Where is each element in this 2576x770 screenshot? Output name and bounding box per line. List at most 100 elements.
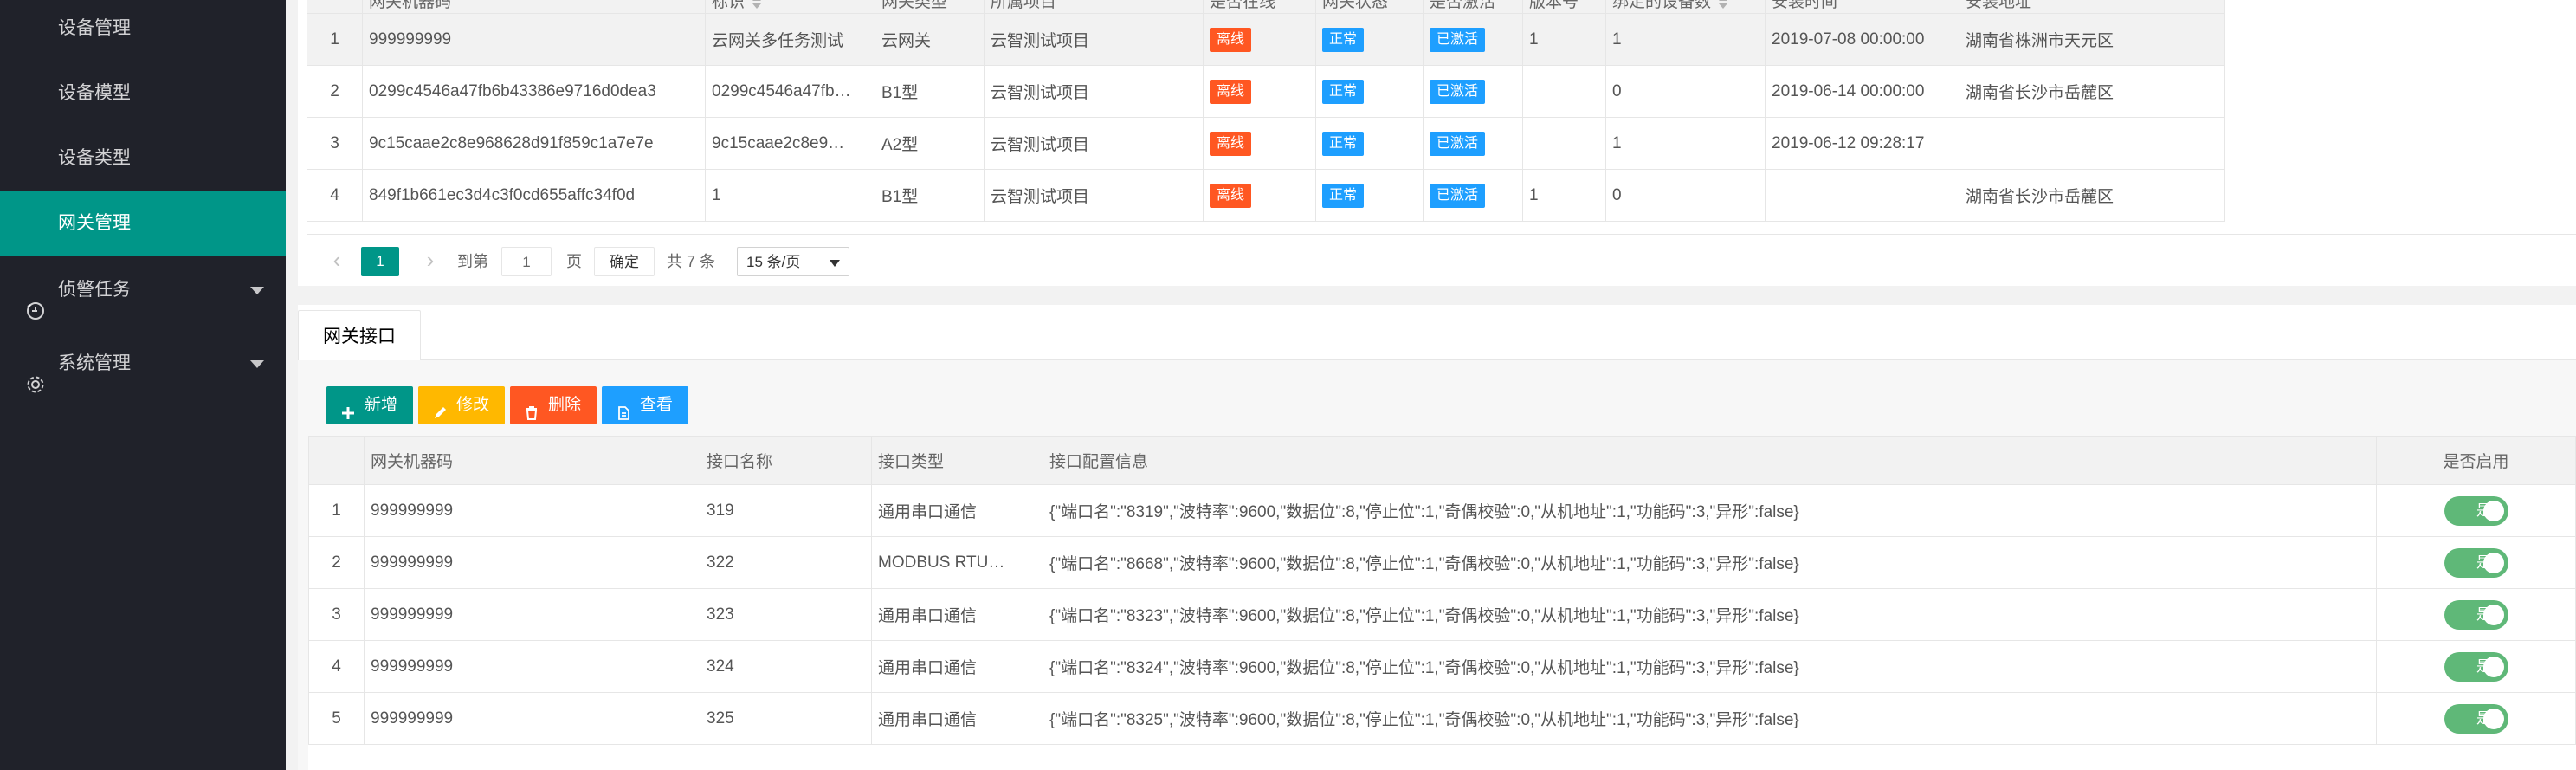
status-badge: 离线	[1210, 27, 1252, 52]
status-badge: 已激活	[1430, 27, 1486, 52]
goto-confirm-button[interactable]: 确定	[594, 247, 655, 276]
add-button[interactable]: 新增	[326, 386, 413, 424]
sidebar-group-alarm-task[interactable]: 侦警任务	[0, 256, 286, 325]
edit-button[interactable]: 修改	[418, 386, 505, 424]
sort-icon[interactable]	[1718, 0, 1728, 10]
sidebar-group-system-management[interactable]: 系统管理	[0, 329, 286, 398]
enabled-toggle[interactable]: 是	[2444, 651, 2508, 682]
row-index: 1	[307, 13, 363, 66]
tab-gateway-interface[interactable]: 网关接口	[298, 310, 421, 361]
sidebar-item-label: 设备类型	[58, 148, 131, 168]
cell-active: 已激活	[1423, 117, 1523, 170]
row-index: 1	[308, 484, 365, 537]
cell-tag: 云网关多任务测试	[705, 13, 875, 66]
cell-tag: 1	[705, 169, 875, 222]
cell-enabled: 是	[2376, 588, 2576, 641]
cell-status: 正常	[1315, 13, 1424, 66]
column-header-active[interactable]: 是否激活	[1423, 0, 1523, 14]
sidebar-group-label: 侦警任务	[58, 280, 131, 300]
column-header-online[interactable]: 是否在线	[1203, 0, 1316, 14]
enabled-toggle[interactable]: 是	[2444, 599, 2508, 630]
table-row[interactable]: 2 999999999 322 MODBUS RTU… {"端口名":"8668…	[308, 536, 2576, 589]
table-row[interactable]: 3 999999999 323 通用串口通信 {"端口名":"8323","波特…	[308, 588, 2576, 641]
column-header-code[interactable]: 网关机器码	[364, 436, 700, 485]
column-header-type[interactable]: 网关类型	[875, 0, 985, 14]
cell-tag: 9c15caae2c8e9…	[705, 117, 875, 170]
table-row[interactable]: 4 849f1b661ec3d4c3f0cd655affc34f0d 1 B1型…	[307, 169, 2225, 222]
chevron-down-icon	[250, 287, 264, 294]
cell-code: 999999999	[364, 692, 700, 745]
next-page-button[interactable]: ›	[419, 247, 442, 276]
status-badge: 正常	[1322, 183, 1365, 208]
chevron-down-icon	[250, 360, 264, 368]
cell-config: {"端口名":"8325","波特率":9600,"数据位":8,"停止位":1…	[1043, 692, 2377, 745]
status-badge: 正常	[1322, 79, 1365, 104]
cell-code: 999999999	[364, 640, 700, 693]
sidebar-item-gateway-management[interactable]: 网关管理	[0, 191, 286, 256]
column-header-devices[interactable]: 绑定的设备数	[1605, 0, 1766, 14]
cell-enabled: 是	[2376, 484, 2576, 537]
table-row[interactable]: 5 999999999 325 通用串口通信 {"端口名":"8325","波特…	[308, 692, 2576, 745]
gear-icon	[26, 354, 45, 393]
cell-project: 云智测试项目	[984, 117, 1204, 170]
table-row[interactable]: 3 9c15caae2c8e968628d91f859c1a7e7e 9c15c…	[307, 117, 2225, 170]
column-header-code[interactable]: 网关机器码	[362, 0, 706, 14]
row-index: 3	[308, 588, 365, 641]
column-header-enabled[interactable]: 是否启用	[2376, 436, 2576, 485]
alarm-task-icon	[26, 281, 45, 320]
sidebar-item-device-management[interactable]: 设备管理	[0, 0, 286, 61]
current-page-button[interactable]: 1	[361, 247, 399, 276]
page-size-select[interactable]: 15 条/页	[737, 247, 849, 276]
cell-enabled: 是	[2376, 692, 2576, 745]
cell-active: 已激活	[1423, 65, 1523, 118]
column-header-type[interactable]: 接口类型	[871, 436, 1043, 485]
table-row[interactable]: 1 999999999 云网关多任务测试 云网关 云智测试项目 离线 正常 已激…	[307, 13, 2225, 66]
sidebar-item-label: 设备模型	[58, 83, 131, 103]
sort-icon[interactable]	[752, 0, 762, 10]
cell-project: 云智测试项目	[984, 169, 1204, 222]
cell-time: 2019-07-08 00:00:00	[1765, 13, 1959, 66]
prev-page-button[interactable]: ‹	[326, 247, 348, 276]
table-row[interactable]: 4 999999999 324 通用串口通信 {"端口名":"8324","波特…	[308, 640, 2576, 693]
cell-status: 正常	[1315, 169, 1424, 222]
table-row[interactable]: 1 999999999 319 通用串口通信 {"端口名":"8319","波特…	[308, 484, 2576, 537]
row-index: 5	[308, 692, 365, 745]
page-unit-label: 页	[566, 253, 582, 270]
cell-code: 999999999	[364, 588, 700, 641]
column-header-status[interactable]: 网关状态	[1315, 0, 1424, 14]
row-index: 3	[307, 117, 363, 170]
column-header-project[interactable]: 所属项目	[984, 0, 1204, 14]
cell-tag: 0299c4546a47fb…	[705, 65, 875, 118]
column-header-index	[308, 436, 365, 485]
column-header-name[interactable]: 接口名称	[700, 436, 872, 485]
goto-page-input[interactable]: 1	[501, 247, 552, 276]
enabled-toggle[interactable]: 是	[2444, 703, 2508, 734]
cell-type: A2型	[875, 117, 985, 170]
sidebar-item-device-type[interactable]: 设备类型	[0, 126, 286, 191]
cell-config: {"端口名":"8668","波特率":9600,"数据位":8,"停止位":1…	[1043, 536, 2377, 589]
row-index: 2	[307, 65, 363, 118]
gateway-table: 网关机器码 标识 网关类型 所属项目 是否在线 网关状态 是否激活 版本号 绑定…	[307, 0, 2225, 222]
view-button[interactable]: 查看	[602, 386, 688, 424]
cell-status: 正常	[1315, 65, 1424, 118]
delete-button[interactable]: 删除	[510, 386, 597, 424]
cell-devices: 0	[1605, 65, 1766, 118]
sidebar-item-device-model[interactable]: 设备模型	[0, 61, 286, 126]
column-header-time[interactable]: 安装时间	[1765, 0, 1959, 14]
cell-time: 2019-06-14 00:00:00	[1765, 65, 1959, 118]
column-header-version[interactable]: 版本号	[1522, 0, 1606, 14]
column-header-tag[interactable]: 标识	[705, 0, 875, 14]
column-header-config[interactable]: 接口配置信息	[1043, 436, 2377, 485]
column-header-address[interactable]: 安装地址	[1959, 0, 2225, 14]
gateway-table-wrapper: 网关机器码 标识 网关类型 所属项目 是否在线 网关状态 是否激活 版本号 绑定…	[307, 0, 2576, 234]
plus-icon	[340, 398, 356, 419]
cell-code: 999999999	[362, 13, 706, 66]
pagination: ‹ 1 › 到第 1 页 确定 共 7 条 15 条/页	[307, 234, 2576, 286]
table-row[interactable]: 2 0299c4546a47fb6b43386e9716d0dea3 0299c…	[307, 65, 2225, 118]
cell-version	[1522, 117, 1606, 170]
status-badge: 离线	[1210, 183, 1252, 208]
cell-project: 云智测试项目	[984, 13, 1204, 66]
enabled-toggle[interactable]: 是	[2444, 547, 2508, 578]
cell-type: 云网关	[875, 13, 985, 66]
enabled-toggle[interactable]: 是	[2444, 495, 2508, 526]
